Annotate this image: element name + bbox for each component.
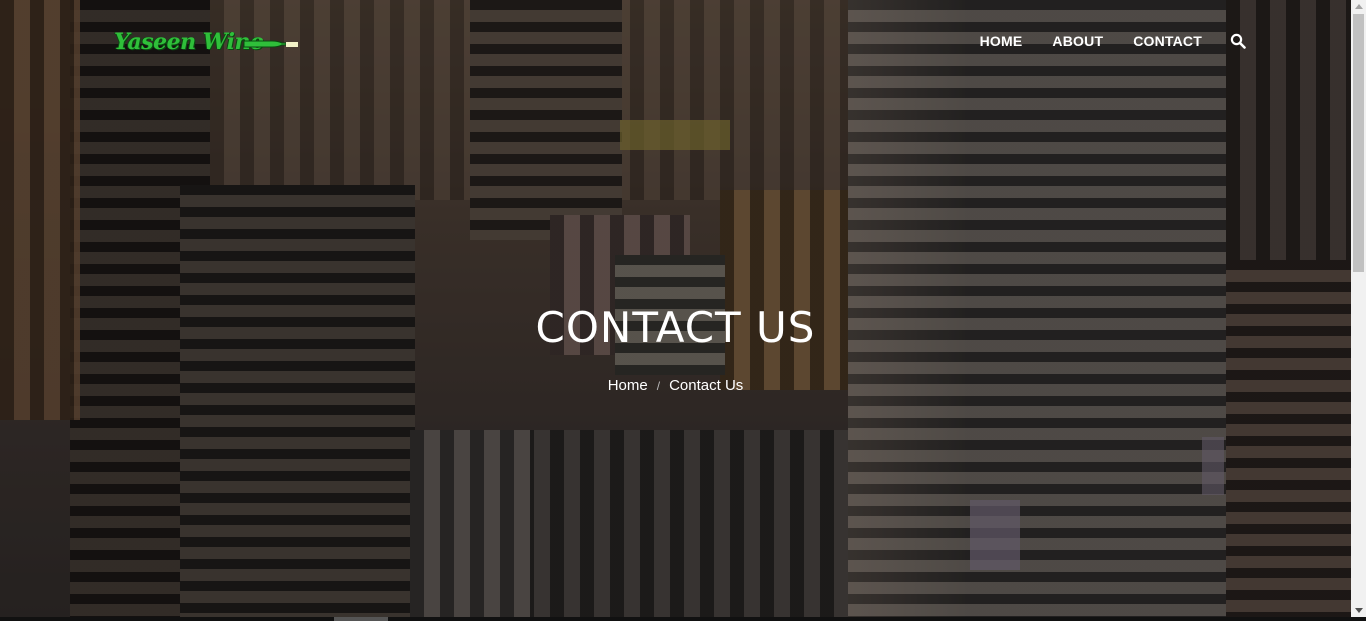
wine-bottle-icon	[243, 40, 298, 48]
breadcrumb-separator: /	[656, 379, 661, 393]
main-nav: HOME ABOUT CONTACT	[980, 33, 1246, 49]
breadcrumb-current: Contact Us	[669, 377, 744, 394]
page-title: CONTACT US	[535, 303, 816, 352]
nav-contact[interactable]: CONTACT	[1133, 33, 1202, 49]
site-logo[interactable]: Yaseen Wine	[114, 28, 298, 60]
scroll-up-icon[interactable]	[1355, 4, 1363, 9]
scroll-down-icon[interactable]	[1355, 608, 1363, 613]
breadcrumb-home[interactable]: Home	[608, 377, 648, 394]
breadcrumb: Home / Contact Us	[0, 377, 1351, 394]
scrollbar-thumb[interactable]	[1353, 14, 1364, 272]
search-icon[interactable]	[1230, 33, 1246, 49]
nav-home[interactable]: HOME	[980, 33, 1023, 49]
vertical-scrollbar[interactable]	[1351, 0, 1366, 617]
horizontal-scrollbar[interactable]	[0, 617, 1366, 621]
nav-about[interactable]: ABOUT	[1052, 33, 1103, 49]
horizontal-scrollbar-thumb[interactable]	[334, 617, 388, 621]
